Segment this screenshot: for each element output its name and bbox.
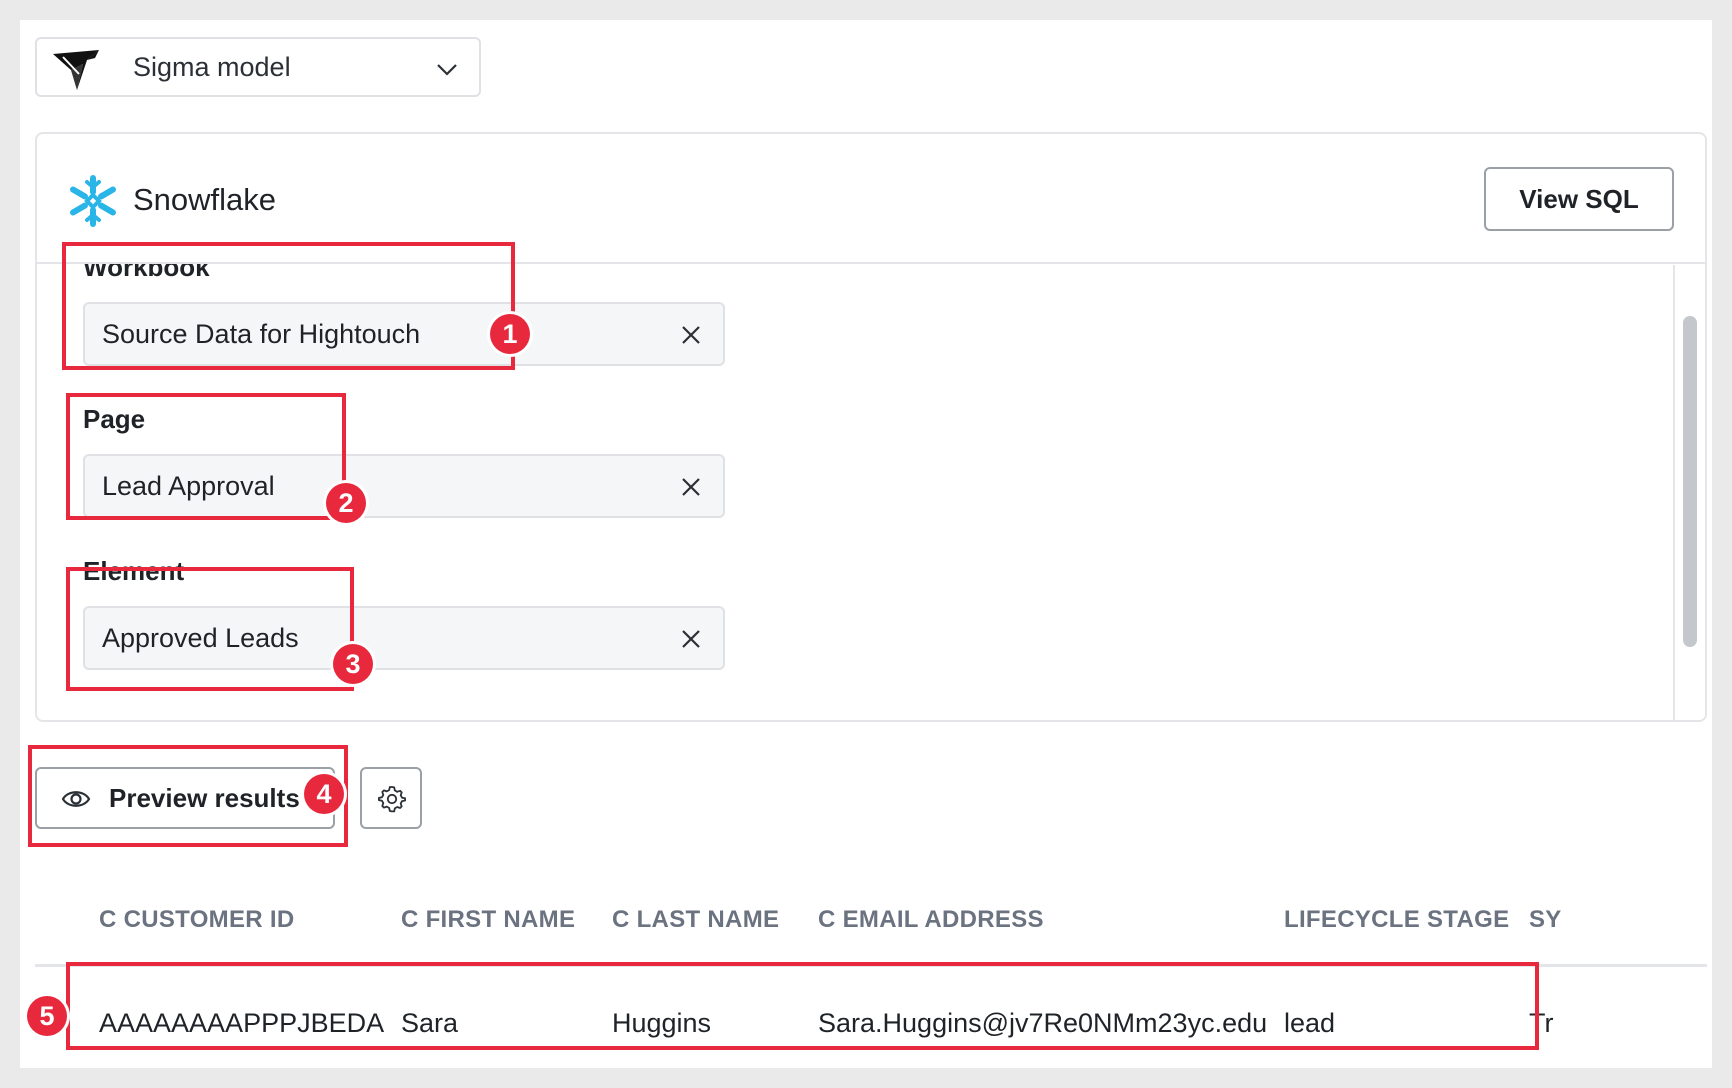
workbook-label: Workbook <box>83 264 210 282</box>
workbook-field[interactable]: Source Data for Hightouch <box>83 302 725 366</box>
source-name: Snowflake <box>133 182 277 217</box>
results-table: C CUSTOMER ID C FIRST NAME C LAST NAME C… <box>35 880 1712 1068</box>
clear-page-icon[interactable] <box>679 475 703 499</box>
table-cell: lead <box>1284 1008 1336 1038</box>
column-header: C EMAIL ADDRESS <box>818 906 1044 933</box>
table-cell: AAAAAAAAPPPJBEDA <box>99 1008 385 1038</box>
chevron-down-icon <box>437 64 457 76</box>
column-header: C LAST NAME <box>612 906 780 933</box>
page-field[interactable]: Lead Approval <box>83 454 725 518</box>
snowflake-icon <box>70 175 116 227</box>
element-field[interactable]: Approved Leads <box>83 606 725 670</box>
column-header: C CUSTOMER ID <box>99 906 295 933</box>
model-type-label: Sigma model <box>133 51 291 82</box>
column-header: LIFECYCLE STAGE <box>1284 906 1510 933</box>
table-cell: Sara.Huggins@jv7Re0NMm23yc.edu <box>818 1008 1268 1038</box>
page: Sigma model Snowflake View SQL Workbook … <box>20 20 1712 1068</box>
annotation-badge-2: 2 <box>326 483 366 523</box>
source-header: Snowflake View SQL <box>37 134 1705 264</box>
page-value: Lead Approval <box>102 471 275 501</box>
element-label: Element <box>83 556 185 586</box>
model-type-dropdown[interactable]: Sigma model <box>35 37 481 97</box>
preview-settings-button[interactable] <box>360 767 422 829</box>
element-value: Approved Leads <box>102 623 299 653</box>
source-fields: Workbook Source Data for Hightouch Page … <box>37 264 1667 720</box>
gear-icon <box>378 786 406 813</box>
preview-results-label: Preview results <box>109 782 300 813</box>
table-cell: Huggins <box>612 1008 712 1038</box>
source-panel: Snowflake View SQL Workbook Source Data … <box>35 132 1707 722</box>
eye-icon <box>61 791 91 807</box>
clear-element-icon[interactable] <box>679 627 703 651</box>
column-header: SY <box>1529 906 1562 933</box>
sigma-logo-icon <box>53 50 99 90</box>
annotation-badge-3: 3 <box>333 644 373 684</box>
annotation-badge-5: 5 <box>27 996 67 1036</box>
view-sql-button[interactable]: View SQL <box>1484 167 1674 231</box>
scrollbar-thumb[interactable] <box>1683 316 1697 647</box>
table-cell: Tr <box>1529 1008 1554 1038</box>
header-divider <box>35 964 1707 967</box>
scrollbar[interactable] <box>1673 265 1705 720</box>
column-header: C FIRST NAME <box>401 906 576 933</box>
annotation-badge-4: 4 <box>304 774 344 814</box>
page-label: Page <box>83 404 146 434</box>
preview-results-button[interactable]: Preview results <box>35 767 335 829</box>
workbook-value: Source Data for Hightouch <box>102 319 421 349</box>
annotation-badge-1: 1 <box>490 314 530 354</box>
table-cell: Sara <box>401 1008 459 1038</box>
clear-workbook-icon[interactable] <box>679 323 703 347</box>
